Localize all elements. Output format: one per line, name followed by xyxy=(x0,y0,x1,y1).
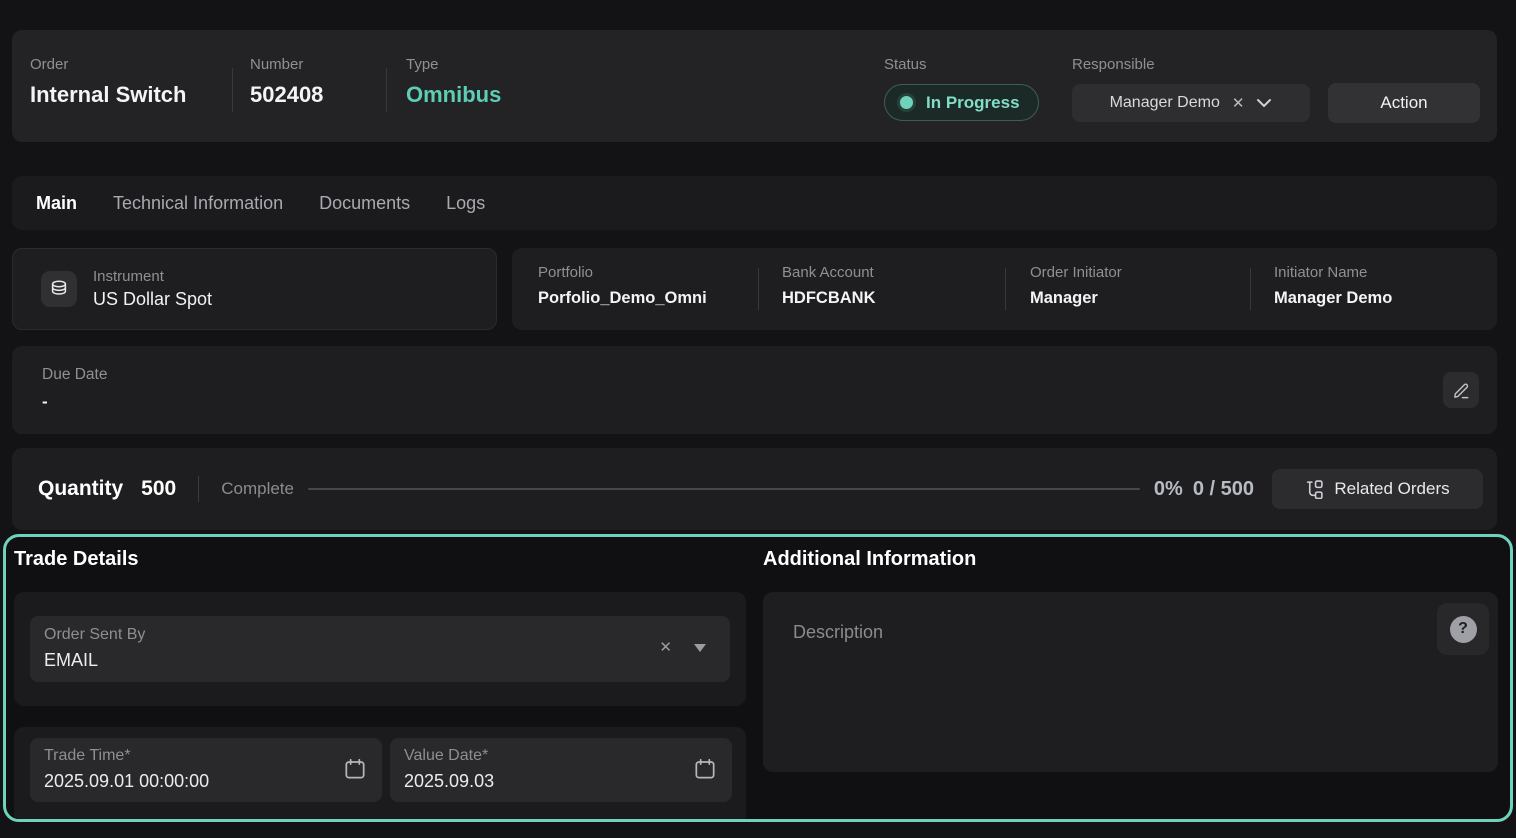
action-button[interactable]: Action xyxy=(1328,83,1480,123)
calendar-icon[interactable] xyxy=(342,756,368,787)
highlighted-form-section: Trade Details Additional Information Ord… xyxy=(3,534,1513,822)
order-header-card: Order Internal Switch Number 502408 Type… xyxy=(12,30,1497,142)
clear-icon[interactable]: ✕ xyxy=(659,638,672,656)
trade-time-label: Trade Time* xyxy=(44,747,131,765)
coins-icon xyxy=(41,271,77,307)
order-label: Order xyxy=(30,56,68,73)
quantity-value: 500 xyxy=(141,477,176,501)
related-orders-icon xyxy=(1305,480,1324,499)
help-icon[interactable]: ? xyxy=(1450,616,1477,643)
order-info-card: Portfolio Porfolio_Demo_Omni Bank Accoun… xyxy=(512,248,1497,330)
order-sent-by-select[interactable]: Order Sent By EMAIL ✕ xyxy=(30,616,730,682)
initiator-name-field: Initiator Name Manager Demo xyxy=(1274,264,1392,308)
value-date-value: 2025.09.03 xyxy=(404,771,494,792)
caret-down-icon[interactable] xyxy=(694,644,706,652)
header-divider xyxy=(386,68,387,112)
info-divider xyxy=(758,268,759,310)
status-text: In Progress xyxy=(926,93,1020,113)
value-date-label: Value Date* xyxy=(404,747,488,765)
trade-time-value: 2025.09.01 00:00:00 xyxy=(44,771,209,792)
tab-main[interactable]: Main xyxy=(36,193,77,214)
tab-documents[interactable]: Documents xyxy=(319,193,410,214)
tab-bar: Main Technical Information Documents Log… xyxy=(12,176,1497,230)
bank-account-field: Bank Account HDFCBANK xyxy=(782,264,876,308)
portfolio-value: Porfolio_Demo_Omni xyxy=(538,289,707,307)
progress-fraction: 0 / 500 xyxy=(1193,478,1254,501)
info-divider xyxy=(1005,268,1006,310)
bank-account-value: HDFCBANK xyxy=(782,289,876,307)
quantity-divider xyxy=(198,476,199,502)
due-date-card: Due Date - xyxy=(12,346,1497,434)
number-value: 502408 xyxy=(250,82,323,108)
number-label: Number xyxy=(250,56,303,73)
tab-logs[interactable]: Logs xyxy=(446,193,485,214)
initiator-name-label: Initiator Name xyxy=(1274,264,1392,281)
progress-bar xyxy=(308,488,1140,490)
additional-information-title: Additional Information xyxy=(763,548,976,571)
due-date-value: - xyxy=(42,392,48,412)
tab-technical-information[interactable]: Technical Information xyxy=(113,193,283,214)
instrument-label: Instrument xyxy=(93,268,212,285)
edit-due-date-button[interactable] xyxy=(1443,372,1479,408)
help-icon-container: ? xyxy=(1437,603,1489,655)
type-value: Omnibus xyxy=(406,82,501,108)
trade-time-input[interactable]: Trade Time* 2025.09.01 00:00:00 xyxy=(30,738,382,802)
responsible-label: Responsible xyxy=(1072,56,1155,73)
responsible-value: Manager Demo xyxy=(1110,94,1220,112)
order-initiator-value: Manager xyxy=(1030,289,1098,307)
order-sent-by-label: Order Sent By xyxy=(44,626,145,644)
remove-responsible-icon[interactable]: ✕ xyxy=(1232,96,1245,111)
progress-percent: 0% xyxy=(1154,478,1183,501)
description-input[interactable] xyxy=(763,592,1498,772)
trade-details-title: Trade Details xyxy=(14,548,139,571)
quantity-card: Quantity 500 Complete 0% 0 / 500 Related… xyxy=(12,448,1497,530)
portfolio-field: Portfolio Porfolio_Demo_Omni xyxy=(538,264,707,308)
order-value: Internal Switch xyxy=(30,82,186,108)
instrument-card: Instrument US Dollar Spot xyxy=(12,248,497,330)
instrument-value: US Dollar Spot xyxy=(93,289,212,309)
trade-dates-card: Trade Time* 2025.09.01 00:00:00 Value Da… xyxy=(14,727,746,822)
due-date-label: Due Date xyxy=(42,366,107,384)
chevron-down-icon[interactable] xyxy=(1256,98,1272,108)
status-label: Status xyxy=(884,56,927,73)
order-sent-by-value: EMAIL xyxy=(44,650,98,671)
pencil-icon xyxy=(1452,381,1471,400)
complete-label: Complete xyxy=(221,479,294,499)
order-detail-page: Order Internal Switch Number 502408 Type… xyxy=(0,0,1516,838)
order-sent-by-card: Order Sent By EMAIL ✕ xyxy=(14,592,746,706)
responsible-select[interactable]: Manager Demo ✕ xyxy=(1072,84,1310,122)
status-badge: In Progress xyxy=(884,84,1039,121)
info-divider xyxy=(1250,268,1251,310)
initiator-name-value: Manager Demo xyxy=(1274,289,1392,307)
order-initiator-label: Order Initiator xyxy=(1030,264,1122,281)
portfolio-label: Portfolio xyxy=(538,264,707,281)
related-orders-button[interactable]: Related Orders xyxy=(1272,469,1483,509)
instrument-field: Instrument US Dollar Spot xyxy=(93,268,212,310)
header-divider xyxy=(232,68,233,112)
calendar-icon[interactable] xyxy=(692,756,718,787)
quantity-label: Quantity xyxy=(38,477,123,501)
bank-account-label: Bank Account xyxy=(782,264,876,281)
related-orders-label: Related Orders xyxy=(1334,479,1449,499)
type-label: Type xyxy=(406,56,439,73)
order-initiator-field: Order Initiator Manager xyxy=(1030,264,1122,308)
progress-numbers: 0% 0 / 500 xyxy=(1154,478,1254,501)
status-dot-icon xyxy=(897,93,916,112)
value-date-input[interactable]: Value Date* 2025.09.03 xyxy=(390,738,732,802)
description-card: ? xyxy=(763,592,1498,772)
